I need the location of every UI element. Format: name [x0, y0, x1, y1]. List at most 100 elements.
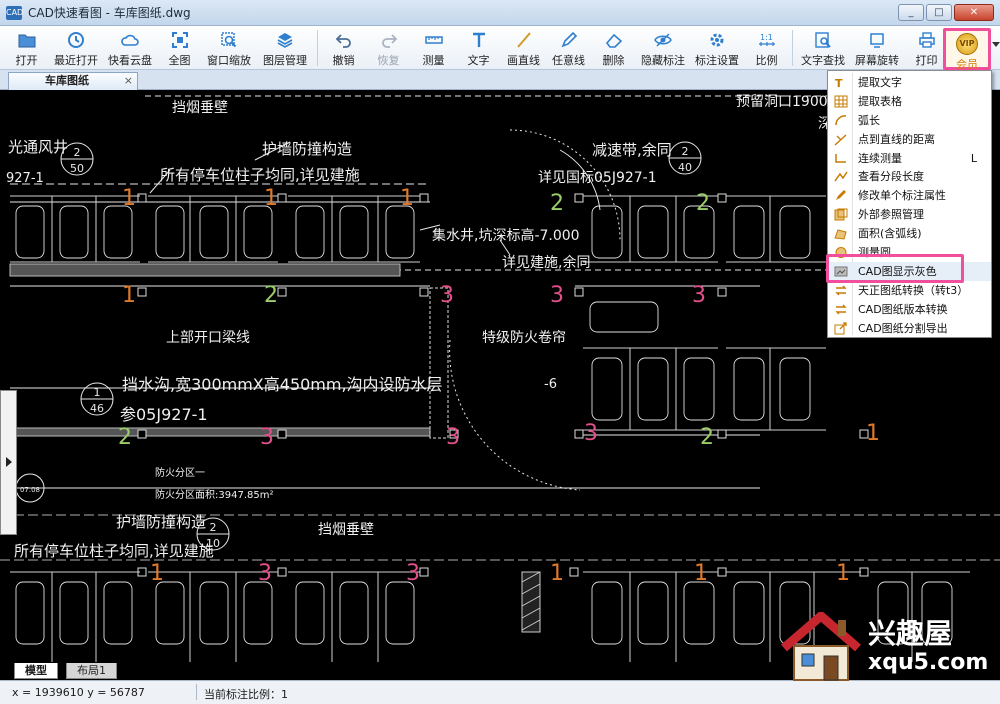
recent-open-button[interactable]: 最近打开	[49, 26, 103, 70]
delete-button[interactable]: 删除	[591, 26, 636, 70]
drawing-label: 所有停车位柱子均同,详见建施	[14, 542, 214, 560]
zone-number-2: 2	[264, 283, 278, 308]
text-search-button[interactable]: 文字查找	[796, 26, 850, 70]
drawing-label: 护墙防撞构造	[116, 513, 206, 531]
toolbar-more-arrow-icon[interactable]	[992, 42, 1000, 47]
undo-button[interactable]: 撤销	[321, 26, 366, 70]
tangent-convert-icon	[835, 285, 847, 296]
drawing-label: 护墙防撞构造	[262, 140, 352, 158]
menu-item-area[interactable]: 面积(含弧线)	[828, 224, 991, 243]
menu-item-continuous-measure[interactable]: 连续测量 L	[828, 149, 991, 168]
menu-item-label: 修改单个标注属性	[858, 189, 946, 203]
open-button[interactable]: 打开	[4, 26, 49, 70]
drawing-label: 防火分区一	[155, 466, 205, 479]
draw-line-label: 画直线	[507, 54, 540, 67]
menu-item-label: 提取表格	[858, 94, 902, 108]
text-icon	[469, 30, 489, 50]
drawing-label: 预留洞口1900X	[736, 94, 838, 110]
area-icon	[834, 229, 847, 240]
cloud-disk-button[interactable]: 快看云盘	[103, 26, 157, 70]
layer-manager-button[interactable]: 图层管理	[256, 26, 314, 70]
tab-document[interactable]: 车库图纸 ×	[8, 72, 138, 90]
drawing-label: 集水井,坑深标高-7.000	[432, 227, 580, 244]
side-panel-toggle[interactable]	[0, 390, 17, 535]
menu-item-version-convert[interactable]: CAD图纸版本转换	[828, 300, 991, 319]
fit-view-icon	[170, 30, 190, 50]
vip-member-button[interactable]: VIP 会员	[943, 28, 991, 71]
drawing-label: 减速带,余同	[592, 141, 672, 159]
tab-close-icon[interactable]: ×	[124, 73, 133, 89]
full-view-button[interactable]: 全图	[157, 26, 202, 70]
tab-model[interactable]: 模型	[14, 663, 58, 679]
full-view-label: 全图	[168, 54, 191, 67]
text-search-icon	[813, 30, 833, 50]
window-zoom-button[interactable]: 窗口缩放	[202, 26, 256, 70]
menu-item-label: 测量圆	[858, 246, 891, 260]
hide-annotation-label: 隐藏标注	[641, 54, 685, 67]
zone-number-1: 1	[150, 561, 164, 586]
circle-tag-top: 2	[74, 146, 81, 159]
zone-number-1: 1	[122, 283, 136, 308]
zone-number-1: 1	[264, 186, 278, 211]
menu-item-measure-circle[interactable]: 测量圆	[828, 243, 991, 262]
minimize-button[interactable]: _	[898, 4, 924, 21]
maximize-button[interactable]: □	[926, 4, 952, 21]
menu-item-gray-display[interactable]: CAD图显示灰色	[828, 261, 991, 281]
window-zoom-icon	[219, 30, 239, 50]
drawing-label: 927-1	[6, 171, 44, 186]
zone-number-2: 2	[700, 425, 714, 450]
tab-layout-1[interactable]: 布局1	[66, 663, 117, 679]
drawing-label: 防火分区面积:3947.85m²	[155, 488, 273, 501]
measure-label: 测量	[422, 54, 445, 67]
print-label: 打印	[915, 54, 938, 67]
hide-annotation-button[interactable]: 隐藏标注	[636, 26, 690, 70]
scale-label: 比例	[755, 54, 778, 67]
annotation-settings-button[interactable]: 标注设置	[690, 26, 744, 70]
zone-number-1: 1	[694, 561, 708, 586]
svg-text:1:1: 1:1	[760, 33, 773, 42]
redo-button[interactable]: 恢复	[366, 26, 411, 70]
delete-label: 删除	[602, 54, 625, 67]
title-bar: CAD CAD快速看图 - 车库图纸.dwg _ □ ✕	[0, 0, 1000, 26]
menu-item-segment-length[interactable]: 查看分段长度	[828, 167, 991, 186]
zone-number-3: 3	[446, 425, 460, 450]
scale-button[interactable]: 1:1 比例	[744, 26, 789, 70]
zone-number-2: 2	[118, 425, 132, 450]
menu-item-arc-length[interactable]: 弧长	[828, 111, 991, 130]
freehand-line-button[interactable]: 任意线	[546, 26, 591, 70]
screen-rotate-label: 屏幕旋转	[855, 54, 899, 67]
menu-item-extract-table[interactable]: 提取表格	[828, 92, 991, 111]
undo-label: 撤销	[332, 54, 355, 67]
eraser-icon	[604, 30, 624, 50]
screen-rotate-button[interactable]: 屏幕旋转	[850, 26, 904, 70]
menu-item-extract-text[interactable]: T 提取文字	[828, 73, 991, 92]
zone-number-2: 2	[696, 191, 710, 216]
pencil-icon	[559, 30, 579, 50]
open-label: 打开	[15, 54, 38, 67]
zone-number-3: 3	[550, 283, 564, 308]
close-button[interactable]: ✕	[954, 4, 994, 21]
segment-length-icon	[834, 172, 848, 182]
text-button[interactable]: 文字	[456, 26, 501, 70]
measure-button[interactable]: 测量	[411, 26, 456, 70]
undo-icon	[334, 30, 354, 50]
split-export-icon	[834, 321, 847, 335]
menu-item-point-line-distance[interactable]: 点到直线的距离	[828, 130, 991, 149]
zone-number-1: 1	[866, 421, 880, 446]
draw-line-button[interactable]: 画直线	[501, 26, 546, 70]
window-zoom-label: 窗口缩放	[207, 54, 251, 67]
main-toolbar: 打开 最近打开 快看云盘 全图 窗口缩放 图层管理 撤销 恢复 测量 文字 画直…	[0, 26, 1000, 70]
drawing-label: 所有停车位柱子均同,详见建施	[160, 166, 360, 184]
circle-tag-bottom: 40	[678, 161, 692, 174]
folder-open-icon	[17, 30, 37, 50]
svg-text:T: T	[835, 77, 843, 89]
zone-number-3: 3	[258, 561, 272, 586]
gray-display-icon	[834, 266, 848, 277]
menu-item-xref-manager[interactable]: 外部参照管理	[828, 205, 991, 224]
menu-item-label: 查看分段长度	[858, 170, 924, 184]
line-icon	[514, 30, 534, 50]
menu-item-label: 外部参照管理	[858, 208, 924, 222]
menu-item-tangent-convert[interactable]: 天正图纸转换（转t3）	[828, 281, 991, 300]
menu-item-edit-annotation[interactable]: 修改单个标注属性	[828, 186, 991, 205]
menu-item-split-export[interactable]: CAD图纸分割导出	[828, 319, 991, 338]
